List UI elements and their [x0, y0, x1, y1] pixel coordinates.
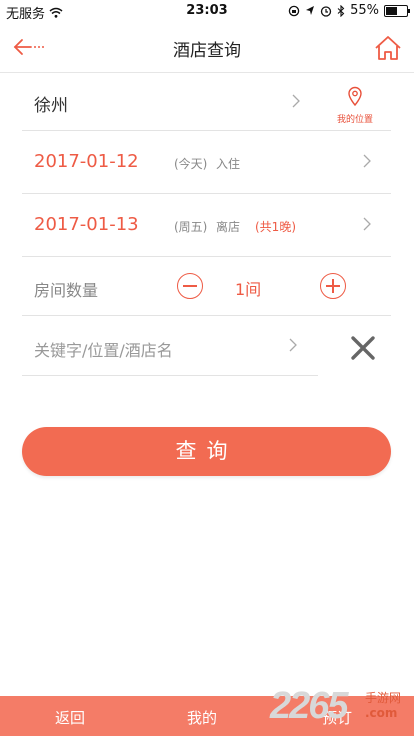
- page-title: 酒店查询: [173, 41, 241, 61]
- checkin-date: 2017-01-12: [34, 151, 139, 172]
- chevron-right-icon: [292, 94, 300, 108]
- watermark-text: 手游网: [365, 691, 402, 705]
- my-location-label: 我的位置: [336, 115, 373, 125]
- location-pin-icon: [348, 86, 362, 107]
- tab-back[interactable]: 返回: [30, 707, 110, 728]
- city-value: 徐州: [34, 96, 68, 116]
- checkout-weekday: (周五): [174, 220, 208, 234]
- battery-fill: [386, 6, 397, 15]
- tab-mine[interactable]: 我的: [162, 707, 242, 728]
- status-bar: 无服务 23:03 55%: [0, 0, 414, 22]
- nights-count: (共1晚): [255, 220, 296, 234]
- checkin-label: 入住: [216, 157, 241, 171]
- bluetooth-icon: [337, 4, 345, 17]
- room-count-row: 房间数量 1间: [22, 257, 391, 316]
- checkout-row[interactable]: 2017-01-13 (周五) 离店 (共1晚): [22, 194, 391, 257]
- keyword-placeholder: 关键字/位置/酒店名: [34, 341, 173, 360]
- city-selector[interactable]: 徐州: [22, 73, 300, 131]
- room-count-label: 房间数量: [34, 281, 99, 300]
- checkout-date: 2017-01-13: [34, 214, 139, 235]
- location-arrow-icon: [306, 6, 315, 15]
- chevron-right-icon: [289, 338, 297, 352]
- watermark-number: 2265: [270, 685, 349, 727]
- checkout-label: 离店: [216, 220, 241, 234]
- bottom-tab-bar: 返回 我的 预订: [0, 696, 414, 736]
- battery-percent: 55%: [350, 3, 379, 18]
- minus-icon: [183, 285, 197, 287]
- battery-icon: [384, 4, 410, 17]
- room-count-value: 1间: [235, 280, 262, 299]
- watermark-domain: .com: [365, 706, 398, 720]
- chevron-right-icon: [363, 154, 371, 168]
- plus-icon-vertical: [332, 279, 334, 293]
- increase-rooms-button[interactable]: [320, 273, 346, 299]
- keyword-input[interactable]: 关键字/位置/酒店名: [22, 316, 318, 376]
- decrease-rooms-button[interactable]: [177, 273, 203, 299]
- home-icon[interactable]: [374, 35, 402, 61]
- my-location-button[interactable]: 我的位置: [330, 86, 380, 125]
- status-right: 55%: [288, 3, 410, 18]
- checkin-weekday: (今天): [174, 157, 208, 171]
- alarm-icon: [320, 5, 332, 17]
- rotation-lock-icon: [288, 5, 300, 16]
- clear-keyword-icon[interactable]: [350, 335, 376, 361]
- checkin-row[interactable]: 2017-01-12 (今天) 入住: [22, 131, 391, 194]
- nav-bar: 酒店查询: [0, 22, 414, 73]
- search-button[interactable]: 查询: [22, 427, 391, 476]
- chevron-right-icon: [363, 217, 371, 231]
